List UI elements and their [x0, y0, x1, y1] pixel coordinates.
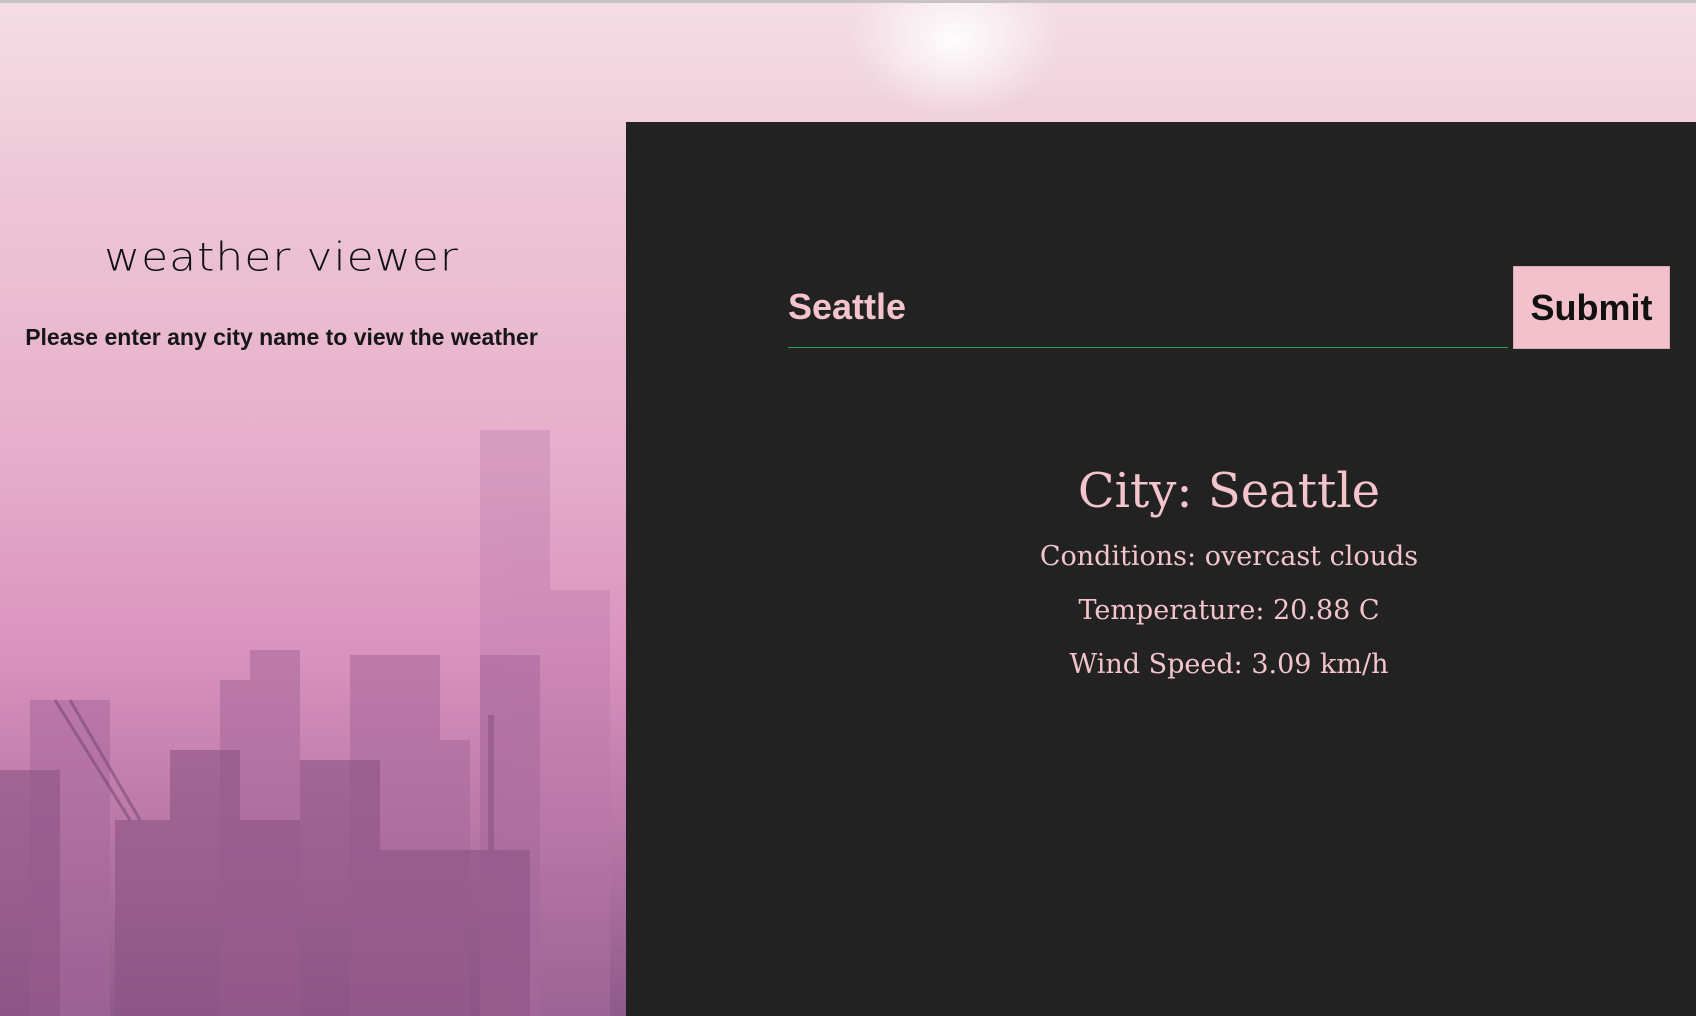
result-wind-speed: Wind Speed: 3.09 km/h	[1069, 649, 1389, 680]
app-title: weather viewer	[104, 234, 459, 281]
result-city: City: Seattle	[1077, 463, 1381, 519]
result-conditions: Conditions: overcast clouds	[1039, 541, 1419, 572]
app-subtitle: Please enter any city name to view the w…	[25, 324, 538, 350]
result-temperature: Temperature: 20.88 C	[1078, 595, 1380, 626]
weather-result: City: Seattle Conditions: overcast cloud…	[626, 455, 1696, 699]
submit-button[interactable]: Submit	[1513, 266, 1670, 349]
city-search-input[interactable]	[788, 266, 1508, 348]
city-skyline-image	[0, 430, 610, 1016]
